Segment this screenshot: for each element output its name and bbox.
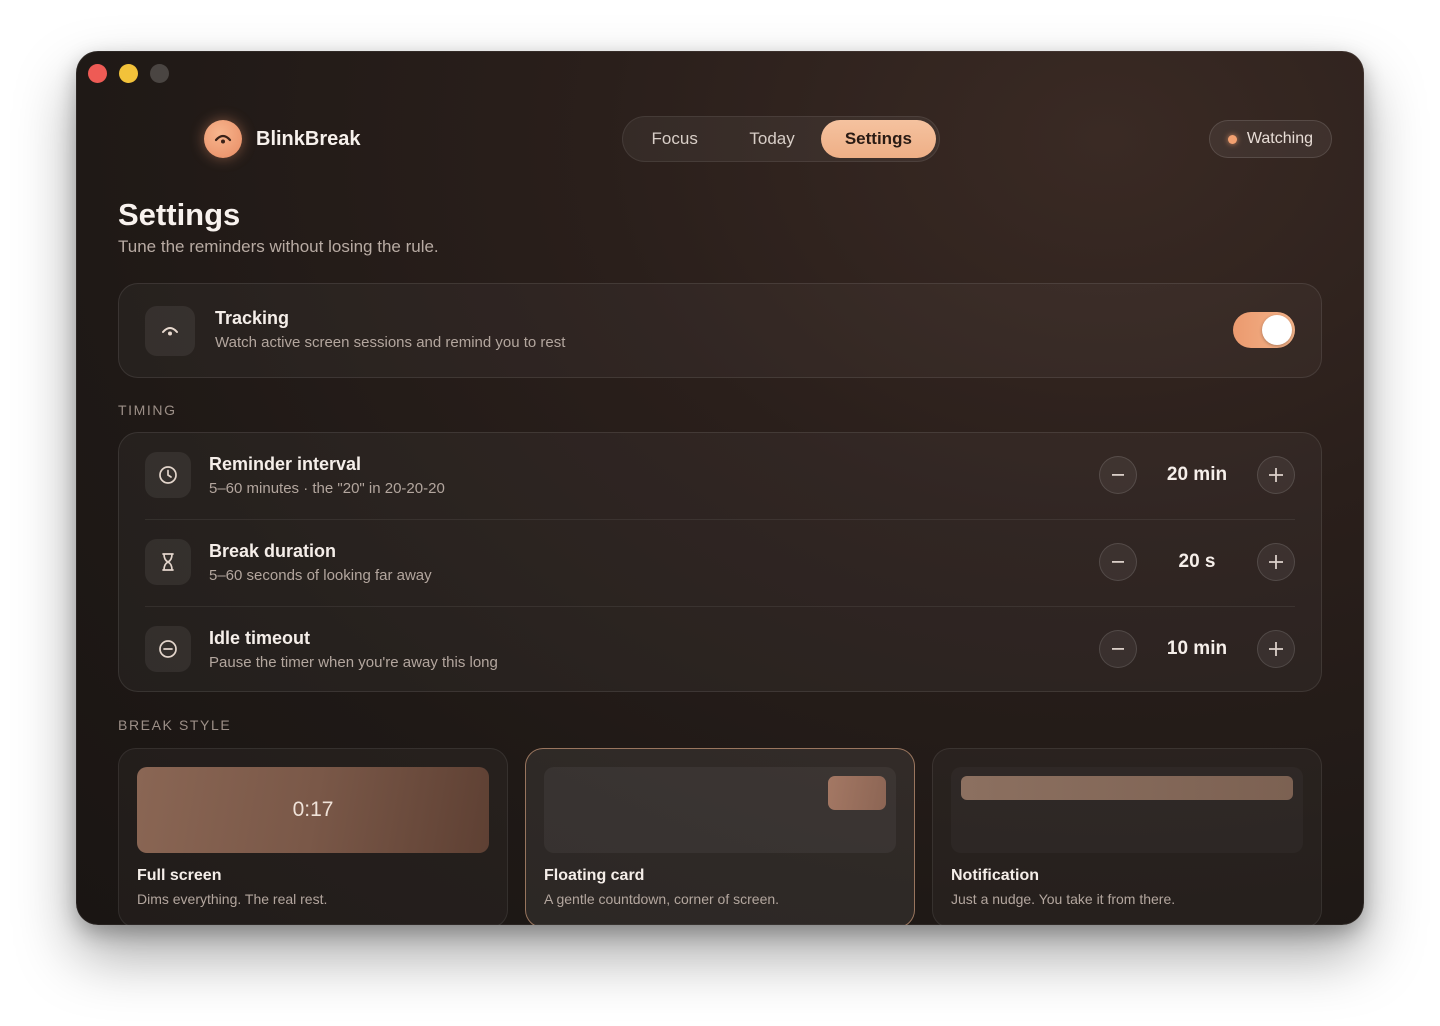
plus-icon (1269, 468, 1283, 482)
reminder-interval-value: 20 min (1166, 464, 1228, 485)
app-window: BlinkBreak Focus Today Settings Watching… (76, 51, 1364, 925)
tab-today[interactable]: Today (723, 120, 820, 158)
timing-row-reminder-interval: Reminder interval 5–60 minutes · the "20… (119, 433, 1321, 520)
timing-row-break-duration: Break duration 5–60 seconds of looking f… (119, 520, 1321, 607)
reminder-interval-decrement-button[interactable] (1099, 456, 1137, 494)
timing-row-idle-timeout: Idle timeout Pause the timer when you're… (119, 607, 1321, 694)
idle-timeout-stepper: 10 min (1099, 630, 1295, 668)
full-screen-title: Full screen (137, 867, 222, 884)
close-window-button[interactable] (88, 64, 107, 83)
page-subtitle: Tune the reminders without losing the ru… (118, 237, 439, 256)
reminder-interval-increment-button[interactable] (1257, 456, 1295, 494)
floating-card-preview (544, 767, 896, 853)
idle-timeout-text: Idle timeout Pause the timer when you're… (209, 628, 498, 671)
break-duration-value: 20 s (1178, 551, 1216, 572)
timing-section-label: TIMING (118, 402, 177, 418)
window-controls (88, 64, 169, 83)
idle-timeout-increment-button[interactable] (1257, 630, 1295, 668)
notification-description: Just a nudge. You take it from there. (951, 891, 1176, 907)
notification-preview (951, 767, 1303, 853)
app-name: BlinkBreak (256, 127, 361, 150)
clock-icon (145, 452, 191, 498)
tracking-card: Tracking Watch active screen sessions an… (118, 283, 1322, 378)
minus-icon (1112, 561, 1124, 563)
floating-card-description: A gentle countdown, corner of screen. (544, 891, 780, 907)
break-duration-stepper: 20 s (1099, 543, 1295, 581)
tab-focus[interactable]: Focus (626, 120, 723, 158)
idle-timeout-description: Pause the timer when you're away this lo… (209, 654, 498, 671)
floating-card-title: Floating card (544, 867, 645, 884)
tab-settings[interactable]: Settings (820, 120, 936, 158)
reminder-interval-stepper: 20 min (1099, 456, 1295, 494)
reminder-interval-text: Reminder interval 5–60 minutes · the "20… (209, 454, 445, 497)
notification-text: Notification Just a nudge. You take it f… (951, 867, 1175, 907)
reminder-interval-description: 5–60 minutes · the "20" in 20-20-20 (209, 480, 445, 497)
brand: BlinkBreak (204, 120, 361, 158)
break-style-section-label: BREAK STYLE (118, 717, 232, 733)
break-duration-increment-button[interactable] (1257, 543, 1295, 581)
tracking-toggle[interactable] (1233, 312, 1295, 348)
idle-timeout-decrement-button[interactable] (1099, 630, 1137, 668)
page-title: Settings (118, 197, 241, 232)
status-dot-icon (1227, 134, 1237, 144)
full-screen-text: Full screen Dims everything. The real re… (137, 867, 327, 907)
break-style-full-screen[interactable]: 0:17 Full screen Dims everything. The re… (118, 748, 508, 925)
break-duration-title: Break duration (209, 541, 337, 561)
break-duration-description: 5–60 seconds of looking far away (209, 567, 432, 584)
hourglass-icon (145, 539, 191, 585)
toggle-knob (1262, 315, 1292, 345)
minimize-window-button[interactable] (119, 64, 138, 83)
plus-icon (1269, 555, 1283, 569)
break-duration-text: Break duration 5–60 seconds of looking f… (209, 541, 432, 584)
tracking-title: Tracking (215, 308, 290, 328)
notification-banner-mini (961, 776, 1293, 800)
idle-minus-circle-icon (145, 626, 191, 672)
break-style-notification[interactable]: Notification Just a nudge. You take it f… (932, 748, 1322, 925)
floating-card-mini (828, 776, 886, 810)
eye-icon (145, 306, 195, 356)
break-duration-decrement-button[interactable] (1099, 543, 1137, 581)
countdown-preview-text: 0:17 (292, 798, 334, 821)
break-style-floating-card[interactable]: Floating card A gentle countdown, corner… (525, 748, 915, 925)
status-label: Watching (1246, 130, 1313, 147)
tracking-text: Tracking Watch active screen sessions an… (215, 308, 565, 351)
full-screen-description: Dims everything. The real rest. (137, 891, 328, 907)
status-badge[interactable]: Watching (1208, 120, 1332, 158)
notification-title: Notification (951, 867, 1039, 884)
reminder-interval-title: Reminder interval (209, 454, 362, 474)
timing-card: Reminder interval 5–60 minutes · the "20… (118, 432, 1322, 692)
idle-timeout-value: 10 min (1166, 638, 1228, 659)
minus-icon (1112, 648, 1124, 650)
idle-timeout-title: Idle timeout (209, 628, 311, 648)
floating-card-text: Floating card A gentle countdown, corner… (544, 867, 779, 907)
main-tabs: Focus Today Settings (622, 116, 940, 162)
zoom-window-button[interactable] (150, 64, 169, 83)
eye-logo-icon (204, 120, 242, 158)
tracking-description: Watch active screen sessions and remind … (215, 334, 566, 351)
full-screen-preview: 0:17 (137, 767, 489, 853)
plus-icon (1269, 642, 1283, 656)
minus-icon (1112, 474, 1124, 476)
